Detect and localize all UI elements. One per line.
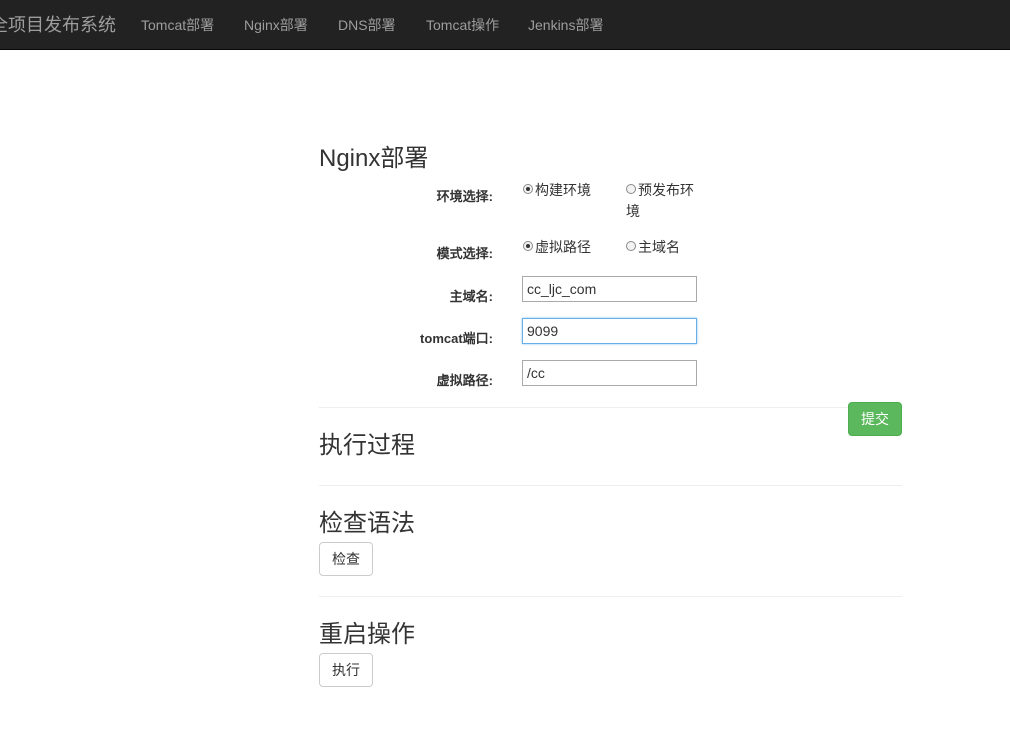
env-radio-prerelease-label-line2: 境 — [626, 203, 640, 219]
env-label: 环境选择: — [436, 189, 493, 204]
process-title: 执行过程 — [319, 432, 415, 459]
port-label: tomcat端口: — [420, 331, 493, 346]
nav-item-tomcat-ops[interactable]: Tomcat操作 — [426, 0, 499, 50]
divider — [319, 485, 902, 486]
syntax-title: 检查语法 — [319, 510, 415, 537]
radio-checked-icon[interactable] — [523, 241, 533, 251]
env-radio-prerelease[interactable]: 预发布环 境 — [626, 180, 694, 222]
env-radio-build-label: 构建环境 — [535, 182, 591, 198]
domain-input[interactable] — [522, 276, 697, 302]
env-radio-prerelease-label-line1: 预发布环 — [638, 182, 694, 198]
check-button[interactable]: 检查 — [319, 542, 373, 576]
mode-radio-virtual-path-label: 虚拟路径 — [535, 239, 591, 255]
mode-radio-main-domain-label: 主域名 — [638, 239, 680, 255]
env-radio-build[interactable]: 构建环境 — [523, 180, 591, 200]
submit-button[interactable]: 提交 — [848, 402, 902, 436]
nav-item-dns-deploy[interactable]: DNS部署 — [338, 0, 396, 50]
brand-title[interactable]: 全项目发布系统 — [0, 0, 116, 50]
mode-radio-virtual-path[interactable]: 虚拟路径 — [523, 237, 591, 257]
mode-label: 模式选择: — [436, 246, 493, 261]
divider — [319, 407, 902, 408]
divider — [319, 596, 902, 597]
radio-checked-icon[interactable] — [523, 184, 533, 194]
mode-radio-main-domain[interactable]: 主域名 — [626, 237, 680, 257]
port-input[interactable] — [522, 318, 697, 344]
path-label: 虚拟路径: — [436, 373, 493, 388]
top-navbar: 全项目发布系统 Tomcat部署 Nginx部署 DNS部署 Tomcat操作 … — [0, 0, 1010, 50]
radio-unchecked-icon[interactable] — [626, 241, 636, 251]
nav-item-jenkins-deploy[interactable]: Jenkins部署 — [528, 0, 603, 50]
execute-button[interactable]: 执行 — [319, 653, 373, 687]
form-title: Nginx部署 — [319, 145, 429, 172]
nav-item-tomcat-deploy[interactable]: Tomcat部署 — [141, 0, 214, 50]
path-input[interactable] — [522, 360, 697, 386]
radio-unchecked-icon[interactable] — [626, 184, 636, 194]
restart-title: 重启操作 — [319, 621, 415, 648]
domain-label: 主域名: — [449, 289, 493, 304]
nav-item-nginx-deploy[interactable]: Nginx部署 — [244, 0, 308, 50]
